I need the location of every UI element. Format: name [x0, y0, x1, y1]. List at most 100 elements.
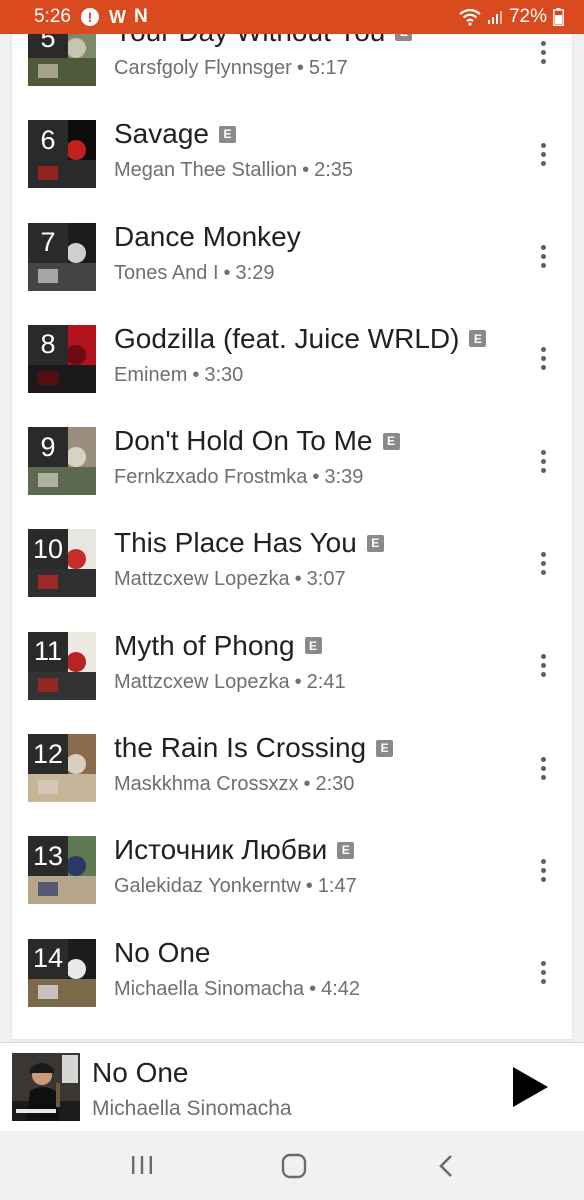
track-duration: 2:35 — [314, 159, 354, 182]
track-duration: 3:39 — [324, 466, 364, 489]
separator-dot: • — [309, 977, 317, 1000]
signal-icon — [487, 9, 503, 25]
now-playing-title: No One — [92, 1057, 189, 1088]
more-options-icon[interactable] — [528, 753, 558, 783]
separator-dot: • — [302, 159, 310, 182]
track-row[interactable]: 12 the Rain Is Crossing E Maskkhma Cross… — [12, 711, 572, 813]
track-artist: Mattzcxew Lopezka — [114, 670, 290, 693]
track-duration: 2:41 — [306, 670, 346, 693]
track-row[interactable]: 10 This Place Has You E Mattzcxew Lopezk… — [12, 506, 572, 608]
track-title-row: Godzilla (feat. Juice WRLD) E — [114, 322, 487, 355]
explicit-badge: E — [218, 125, 236, 143]
track-subtitle: Maskkhma Crossxzx • 2:30 — [114, 773, 354, 796]
track-subtitle: Eminem • 3:30 — [114, 364, 243, 387]
track-duration: 5:17 — [308, 57, 348, 79]
explicit-badge: E — [304, 637, 322, 655]
track-artist: Michaella Sinomacha — [114, 977, 305, 1000]
track-number: 7 — [28, 222, 68, 263]
track-row[interactable]: 14 No One Michaella Sinomacha • 4:42 — [12, 916, 572, 1018]
track-row[interactable]: 6 Savage E Megan Thee Stallion • 2:35 — [12, 97, 572, 199]
track-artist: Tones And I — [114, 261, 219, 284]
more-options-icon[interactable] — [528, 548, 558, 578]
separator-dot: • — [312, 466, 320, 489]
track-title-row: Источник Любви E — [114, 834, 355, 866]
more-options-icon[interactable] — [528, 651, 558, 681]
w-icon: W — [108, 6, 126, 27]
track-duration: 3:07 — [306, 568, 346, 591]
clock: 5:26 — [34, 6, 71, 27]
track-title-row: This Place Has You E — [114, 527, 384, 559]
album-art: 9 — [28, 427, 96, 496]
status-bar: 5:26 ! W N 72% — [0, 0, 584, 34]
track-title: Don't Hold On To Me — [114, 425, 373, 457]
separator-dot: • — [305, 875, 313, 898]
track-title: No One — [114, 936, 211, 968]
separator-dot: • — [296, 57, 304, 79]
track-number: 9 — [28, 427, 68, 468]
album-art: 8 — [28, 324, 96, 393]
more-options-icon[interactable] — [528, 446, 558, 476]
alert-icon: ! — [80, 8, 99, 26]
track-duration: 1:47 — [317, 875, 357, 898]
track-subtitle: Tones And I • 3:29 — [114, 262, 274, 285]
track-number: 10 — [28, 529, 68, 570]
more-options-icon[interactable] — [528, 242, 558, 272]
play-icon[interactable] — [510, 1065, 550, 1109]
track-number: 14 — [28, 938, 68, 979]
separator-dot: • — [294, 568, 302, 591]
now-playing-album-art[interactable] — [12, 1053, 80, 1121]
track-number: 11 — [28, 631, 68, 672]
track-row[interactable]: 7 Dance Monkey Tones And I • 3:29 — [12, 200, 572, 302]
track-row[interactable]: 13 Источник Любви E Galekidaz Yonkerntw •… — [12, 813, 572, 915]
separator-dot: • — [303, 773, 311, 796]
track-title: Godzilla (feat. Juice WRLD) — [114, 322, 460, 354]
more-options-icon[interactable] — [528, 958, 558, 988]
back-icon[interactable] — [436, 1153, 456, 1184]
more-options-icon[interactable] — [528, 855, 558, 885]
track-title-row: Don't Hold On To Me E — [114, 425, 400, 457]
track-title-row: Your Day Without You E — [114, 34, 413, 48]
album-art: 14 — [28, 938, 96, 1007]
track-artist: Megan Thee Stallion — [114, 159, 298, 182]
track-duration: 2:30 — [315, 773, 355, 796]
now-playing-bar[interactable]: No One Michaella Sinomacha — [0, 1042, 584, 1132]
status-bar-left: 5:26 ! W N — [34, 6, 148, 28]
track-subtitle: Megan Thee Stallion • 2:35 — [114, 159, 353, 182]
album-art: 12 — [28, 734, 96, 803]
track-title: Myth of Phong — [114, 629, 295, 661]
track-number: 6 — [28, 120, 68, 161]
more-options-icon[interactable] — [528, 139, 558, 169]
track-title: This Place Has You — [114, 527, 357, 559]
more-options-icon[interactable] — [528, 344, 558, 374]
track-title-row: Myth of Phong E — [114, 630, 322, 662]
more-options-icon[interactable] — [528, 37, 558, 67]
track-title: Источник Любви — [114, 834, 328, 866]
track-title-row: the Rain Is Crossing E — [114, 732, 394, 764]
track-title: Your Day Without You — [114, 34, 385, 48]
track-artist: Galekidaz Yonkerntw — [114, 875, 301, 898]
track-row[interactable]: 9 Don't Hold On To Me E Fernkzxado Frost… — [12, 404, 572, 506]
separator-dot: • — [192, 363, 200, 386]
explicit-badge: E — [366, 534, 384, 552]
explicit-badge: E — [376, 739, 394, 757]
track-duration: 3:30 — [204, 363, 244, 386]
explicit-badge: E — [395, 34, 413, 41]
track-row[interactable]: 11 Myth of Phong E Mattzcxew Lopezka • 2:4… — [12, 609, 572, 711]
album-art: 11 — [28, 631, 96, 700]
track-list-card: 5 Your Day Without You E Carsfgoly Flynn… — [12, 34, 572, 1039]
album-art: 5 — [28, 34, 96, 86]
track-row[interactable]: 8 Godzilla (feat. Juice WRLD) E Eminem • 3… — [12, 302, 572, 404]
home-icon[interactable] — [281, 1153, 307, 1184]
track-duration: 3:29 — [235, 261, 275, 284]
track-duration: 4:42 — [321, 977, 361, 1000]
track-subtitle: Michaella Sinomacha • 4:42 — [114, 978, 360, 1001]
track-list: 5 Your Day Without You E Carsfgoly Flynn… — [12, 34, 572, 1018]
recents-icon[interactable] — [130, 1153, 154, 1182]
track-artist: Maskkhma Crossxzx — [114, 773, 299, 796]
battery-percent: 72% — [508, 6, 547, 27]
track-row[interactable]: 5 Your Day Without You E Carsfgoly Flynn… — [12, 34, 572, 97]
wifi-icon — [459, 8, 481, 26]
explicit-badge: E — [469, 330, 487, 348]
track-number: 13 — [28, 836, 68, 877]
track-title: Dance Monkey — [114, 220, 301, 252]
